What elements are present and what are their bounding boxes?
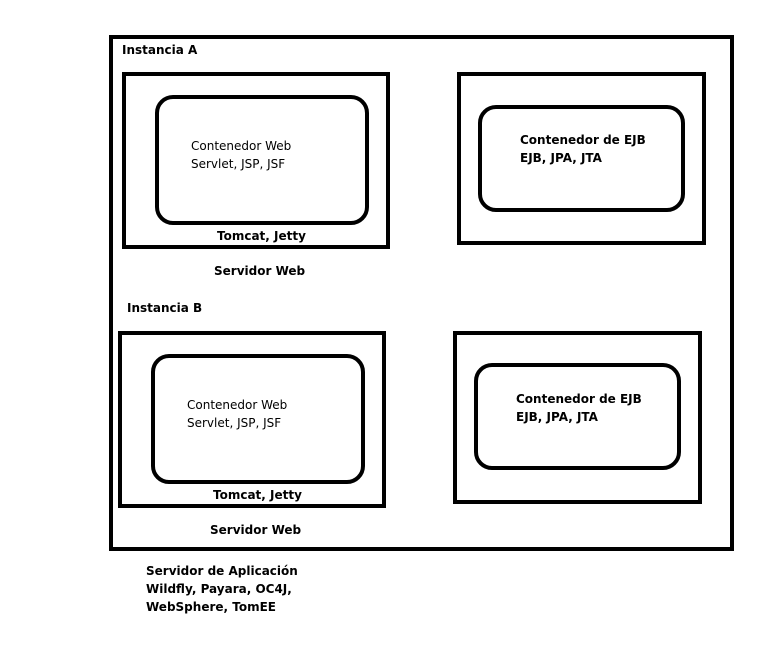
instance-b-ejb-container-tech: EJB, JPA, JTA: [516, 410, 598, 424]
application-server-caption-title: Servidor de Aplicación: [146, 564, 298, 578]
application-server-caption-products-1: Wildfly, Payara, OC4J,: [146, 582, 292, 596]
application-server-caption-products-2: WebSphere, TomEE: [146, 600, 276, 614]
instance-b-web-server-impl: Tomcat, Jetty: [213, 488, 302, 502]
instance-a-ejb-container-tech: EJB, JPA, JTA: [520, 151, 602, 165]
instance-a-web-server-impl: Tomcat, Jetty: [217, 229, 306, 243]
instance-b-web-server-caption: Servidor Web: [210, 523, 302, 537]
instance-b-web-container-title: Contenedor Web: [187, 398, 288, 412]
instance-a-web-container-tech: Servlet, JSP, JSF: [191, 157, 286, 171]
instance-a-label: Instancia A: [122, 43, 198, 57]
instance-b-web-container-tech: Servlet, JSP, JSF: [187, 416, 282, 430]
instance-a-ejb-container-title: Contenedor de EJB: [520, 133, 646, 147]
instance-b-label: Instancia B: [127, 301, 203, 315]
instance-b-ejb-container-title: Contenedor de EJB: [516, 392, 642, 406]
instance-a-web-server-caption: Servidor Web: [214, 264, 306, 278]
instance-a-web-container-title: Contenedor Web: [191, 139, 292, 153]
